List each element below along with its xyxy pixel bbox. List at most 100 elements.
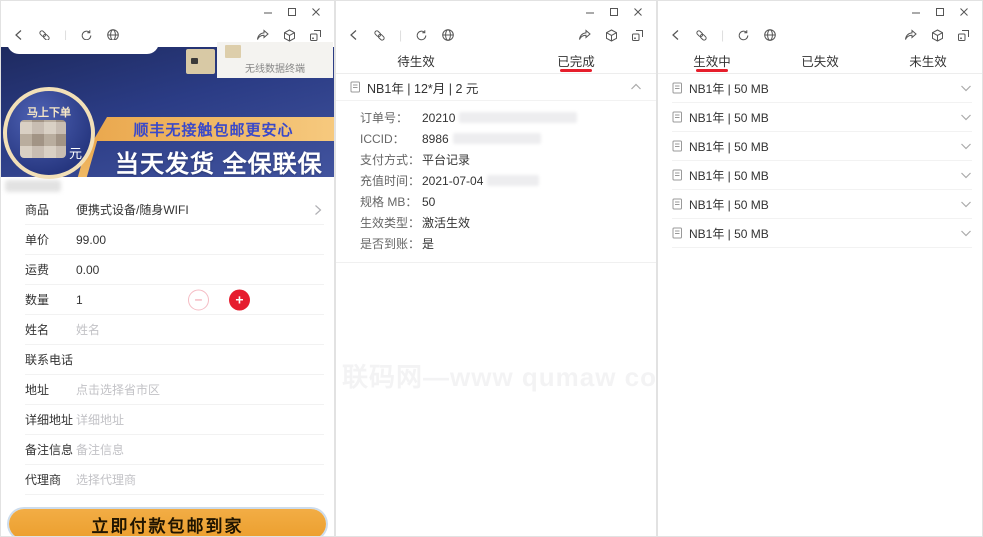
row-label: 联系电话 xyxy=(25,353,74,367)
site-watermark: 联码网—www qumaw com xyxy=(342,362,657,392)
order-card-title: NB1年 | 12*月 | 2 元 xyxy=(367,81,479,96)
toolbar-divider: | xyxy=(721,28,725,42)
quantity-increase-button[interactable]: + xyxy=(229,289,250,310)
chevron-right-icon xyxy=(314,204,322,216)
miniprogram-cube-icon[interactable] xyxy=(283,28,296,42)
close-button[interactable] xyxy=(304,3,328,21)
name-input[interactable]: 姓名 xyxy=(76,321,100,338)
back-icon[interactable] xyxy=(348,29,360,41)
maximize-button[interactable] xyxy=(928,3,952,21)
form-row-name[interactable]: 姓名 姓名 xyxy=(25,315,324,345)
order-details: 订单号： 20210 ICCID： 8986 支付方式： 平台记录 充值时间： … xyxy=(336,101,656,263)
close-button[interactable] xyxy=(626,3,650,21)
card-list-item[interactable]: NB1年 | 50 MB xyxy=(672,74,972,103)
globe-icon[interactable] xyxy=(441,28,455,42)
order-now-badge[interactable]: 马上下单 元 xyxy=(3,87,95,179)
link-icon[interactable] xyxy=(373,29,386,42)
unit-price-value: 99.00 xyxy=(76,232,107,247)
miniprogram-cube-icon[interactable] xyxy=(605,28,618,42)
quantity-decrease-button[interactable]: − xyxy=(188,289,209,310)
form-row-phone[interactable]: 联系电话 xyxy=(25,345,324,375)
product-card: 无线数据终端 xyxy=(217,42,333,78)
form-row-address-detail[interactable]: 详细地址 详细地址 xyxy=(25,405,324,435)
float-window-icon[interactable] xyxy=(309,29,322,42)
detail-row: 生效类型： 激活生效 xyxy=(360,212,656,233)
card-list-content: 生效中 已失效 未生效 NB1年 | 50 MB NB1年 | 50 MB NB… xyxy=(658,47,982,536)
redacted-time xyxy=(487,175,540,186)
region-picker[interactable]: 点击选择省市区 xyxy=(76,381,160,398)
form-row-remark[interactable]: 备注信息 备注信息 xyxy=(25,435,324,465)
detail-label: 充值时间： xyxy=(360,174,421,188)
share-icon[interactable] xyxy=(578,28,592,42)
link-icon[interactable] xyxy=(695,29,708,42)
tab-pending[interactable]: 待生效 xyxy=(336,47,496,73)
form-row-agent[interactable]: 代理商 选择代理商 xyxy=(25,465,324,495)
form-row-product[interactable]: 商品 便携式设备/随身WIFI xyxy=(25,195,324,225)
titlebar xyxy=(1,1,334,23)
chevron-down-icon xyxy=(960,84,972,92)
pay-button[interactable]: 立即付款包邮到家 xyxy=(9,509,326,536)
iccid-value: 8986 xyxy=(422,131,449,146)
back-icon[interactable] xyxy=(670,29,682,41)
card-list-item[interactable]: NB1年 | 50 MB xyxy=(672,103,972,132)
tab-label: 未生效 xyxy=(909,54,947,69)
titlebar xyxy=(658,1,982,23)
detail-row: 支付方式： 平台记录 xyxy=(360,149,656,170)
close-button[interactable] xyxy=(952,3,976,21)
globe-icon[interactable] xyxy=(763,28,777,42)
document-icon xyxy=(672,82,683,94)
row-label: 地址 xyxy=(25,383,50,397)
float-window-icon[interactable] xyxy=(957,29,970,42)
redacted-iccid xyxy=(452,133,541,144)
tab-label: 已失效 xyxy=(801,54,839,69)
toolbar-divider: | xyxy=(399,28,403,42)
card-list-item[interactable]: NB1年 | 50 MB xyxy=(672,161,972,190)
row-label: 备注信息 xyxy=(25,443,74,457)
minimize-button[interactable] xyxy=(578,3,602,21)
card-list-item[interactable]: NB1年 | 50 MB xyxy=(672,190,972,219)
detail-label: 是否到账： xyxy=(360,237,421,251)
detail-row: 订单号： 20210 xyxy=(360,107,656,128)
refresh-icon[interactable] xyxy=(737,29,750,42)
document-icon xyxy=(672,111,683,123)
form-row-shipping: 运费 0.00 xyxy=(25,255,324,285)
tab-inactive[interactable]: 未生效 xyxy=(874,47,982,73)
row-label: 运费 xyxy=(25,263,50,277)
float-window-icon[interactable] xyxy=(631,29,644,42)
detail-label: 规格 MB： xyxy=(360,195,418,209)
card-list-item[interactable]: NB1年 | 50 MB xyxy=(672,132,972,161)
redacted-order-number xyxy=(459,112,578,123)
tab-completed[interactable]: 已完成 xyxy=(496,47,656,73)
badge-title: 马上下单 xyxy=(27,107,71,119)
miniprogram-cube-icon[interactable] xyxy=(931,28,944,42)
address-detail-input[interactable]: 详细地址 xyxy=(76,411,124,428)
chevron-down-icon xyxy=(960,200,972,208)
document-icon xyxy=(672,198,683,210)
minimize-button[interactable] xyxy=(256,3,280,21)
refresh-icon[interactable] xyxy=(415,29,428,42)
document-icon xyxy=(672,227,683,239)
order-card-header[interactable]: NB1年 | 12*月 | 2 元 xyxy=(336,74,656,101)
share-icon[interactable] xyxy=(904,28,918,42)
tab-active[interactable]: 生效中 xyxy=(658,47,766,73)
remark-input[interactable]: 备注信息 xyxy=(76,441,124,458)
tag-strip xyxy=(1,177,334,195)
card-list-item[interactable]: NB1年 | 50 MB xyxy=(672,219,972,248)
recharge-time-value: 2021-07-04 xyxy=(422,173,484,188)
share-icon[interactable] xyxy=(256,28,270,42)
toolbar: | xyxy=(336,23,656,47)
card-item-label: NB1年 | 50 MB xyxy=(689,226,769,241)
form-row-address[interactable]: 地址 点击选择省市区 xyxy=(25,375,324,405)
status-tabs: 生效中 已失效 未生效 xyxy=(658,47,982,74)
maximize-button[interactable] xyxy=(602,3,626,21)
detail-label: ICCID： xyxy=(360,132,405,146)
order-number-value: 20210 xyxy=(422,110,456,125)
detail-row: 规格 MB： 50 xyxy=(360,191,656,212)
maximize-button[interactable] xyxy=(280,3,304,21)
card-item-label: NB1年 | 50 MB xyxy=(689,168,769,183)
chevron-down-icon xyxy=(960,142,972,150)
minimize-button[interactable] xyxy=(904,3,928,21)
tab-expired[interactable]: 已失效 xyxy=(766,47,874,73)
row-label: 单价 xyxy=(25,233,50,247)
agent-picker[interactable]: 选择代理商 xyxy=(76,471,136,488)
